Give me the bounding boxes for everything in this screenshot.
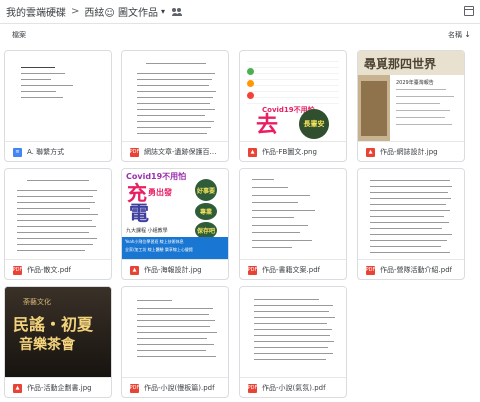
- file-name: 作品-網誌設計.jpg: [380, 148, 438, 156]
- file-card[interactable]: PDF 網誌文章-遺跡保護百年.pdf: [121, 50, 229, 162]
- sort-name-button[interactable]: 名稱: [448, 30, 462, 40]
- pdf-icon: PDF: [129, 383, 140, 393]
- file-name: 作品-營隊活動介紹.pdf: [380, 266, 453, 274]
- event-big-2: 音樂茶會: [19, 337, 75, 353]
- file-thumbnail: [5, 51, 111, 142]
- file-card[interactable]: ≡ A. 聯繫方式: [4, 50, 112, 162]
- blog-banner: 尋覓那四世界: [364, 57, 437, 71]
- file-card[interactable]: PDF 作品-書籍文案.pdf: [239, 168, 347, 280]
- poster-line-1: 九大課程 小組教學: [126, 228, 168, 234]
- file-name-row: ▲ 作品-活動企劃書.jpg: [5, 378, 111, 397]
- fb-big-glyph: 去: [256, 113, 279, 138]
- poster-big-2: 電: [129, 201, 149, 225]
- file-card[interactable]: 荼藝文化 民謠・初夏 音樂茶會 ▲ 作品-活動企劃書.jpg: [4, 286, 112, 398]
- file-card[interactable]: PDF 作品-小說(慢板篇).pdf: [121, 286, 229, 398]
- file-name: 作品-書籍文案.pdf: [262, 266, 321, 274]
- file-name: 作品-FB圖文.png: [262, 148, 317, 156]
- file-thumbnail: [240, 169, 346, 260]
- image-icon: ▲: [130, 265, 139, 275]
- files-section-label: 檔案: [12, 31, 26, 39]
- file-thumbnail: [240, 287, 346, 378]
- file-name-row: PDF 作品-營隊活動介紹.pdf: [358, 260, 464, 279]
- file-name: 作品-小說(慢板篇).pdf: [144, 384, 215, 392]
- fb-badge: 長輩安: [299, 109, 329, 139]
- file-card[interactable]: 尋覓那四世界 2029年臺灣報告 ▲ 作品-網誌設計.jpg: [357, 50, 465, 162]
- file-name-row: PDF 作品-書籍文案.pdf: [240, 260, 346, 279]
- file-thumbnail: 荼藝文化 民謠・初夏 音樂茶會: [5, 287, 111, 378]
- shared-people-icon: [172, 7, 183, 16]
- file-card[interactable]: PDF 作品-營隊活動介紹.pdf: [357, 168, 465, 280]
- image-icon: ▲: [13, 383, 22, 393]
- file-card[interactable]: PDF 作品-小說(氣氛).pdf: [239, 286, 347, 398]
- poster-badge-2: 專業: [195, 203, 217, 220]
- google-doc-icon: ≡: [13, 147, 22, 157]
- poster-sub: 勇出發: [148, 188, 172, 197]
- top-bar: 我的雲端硬碟 > 西絃☺ 圖文作品 ▾: [0, 0, 480, 24]
- file-name: 作品-散文.pdf: [27, 266, 72, 274]
- file-name-row: PDF 網誌文章-遺跡保護百年.pdf: [122, 142, 228, 161]
- breadcrumb-folder[interactable]: 西絃☺ 圖文作品: [84, 4, 158, 19]
- file-name: 作品-活動企劃書.jpg: [27, 384, 92, 392]
- file-name: 作品-小說(氣氛).pdf: [262, 384, 326, 392]
- poster-line-3: 全家/加工坊 線上體驗 樂享線上心聲館: [125, 247, 193, 252]
- file-thumbnail: Covid19不用怕 去 長輩安: [240, 51, 346, 142]
- breadcrumb: 我的雲端硬碟 > 西絃☺ 圖文作品 ▾: [0, 0, 183, 24]
- file-name-row: PDF 作品-小說(氣氛).pdf: [240, 378, 346, 397]
- pdf-icon: PDF: [247, 265, 258, 275]
- file-name-row: ▲ 作品-海報設計.jpg: [122, 260, 228, 279]
- breadcrumb-separator: >: [71, 6, 80, 17]
- file-card[interactable]: PDF 作品-散文.pdf: [4, 168, 112, 280]
- view-details-icon[interactable]: [464, 6, 474, 16]
- file-name-row: PDF 作品-小說(慢板篇).pdf: [122, 378, 228, 397]
- poster-line-2: Yeah小飛位學習班 線上技術休息: [125, 239, 184, 244]
- file-thumbnail: [5, 169, 111, 260]
- file-thumbnail: Covid19不用怕 充 電 勇出發 好事要 專業 保存吧 九大課程 小組教學 …: [122, 169, 228, 260]
- pdf-icon: PDF: [12, 265, 23, 275]
- file-grid: ≡ A. 聯繫方式 PDF 網誌文章-遺跡保護百年.pdf Covid19不用怕…: [0, 46, 480, 402]
- file-name: 作品-海報設計.jpg: [144, 266, 202, 274]
- event-title: 荼藝文化: [23, 298, 51, 306]
- pdf-icon: PDF: [365, 265, 376, 275]
- file-thumbnail: [122, 287, 228, 378]
- image-icon: ▲: [248, 147, 257, 157]
- files-header: 檔案 名稱 ↓: [0, 24, 480, 46]
- file-thumbnail: [122, 51, 228, 142]
- event-big-1: 民謠・初夏: [13, 315, 94, 334]
- poster-badge-1: 好事要: [195, 179, 217, 201]
- chevron-down-icon[interactable]: ▾: [161, 7, 165, 16]
- breadcrumb-root[interactable]: 我的雲端硬碟: [6, 4, 66, 19]
- file-name-row: ▲ 作品-網誌設計.jpg: [358, 142, 464, 161]
- file-name: A. 聯繫方式: [27, 148, 65, 156]
- file-thumbnail: 尋覓那四世界 2029年臺灣報告: [358, 51, 464, 142]
- file-name-row: ▲ 作品-FB圖文.png: [240, 142, 346, 161]
- file-card[interactable]: Covid19不用怕 充 電 勇出發 好事要 專業 保存吧 九大課程 小組教學 …: [121, 168, 229, 280]
- pdf-icon: PDF: [129, 147, 140, 157]
- pdf-icon: PDF: [247, 383, 258, 393]
- poster-big-1: 充: [127, 181, 147, 205]
- file-name-row: PDF 作品-散文.pdf: [5, 260, 111, 279]
- file-name: 網誌文章-遺跡保護百年.pdf: [144, 148, 222, 156]
- file-thumbnail: [358, 169, 464, 260]
- image-icon: ▲: [366, 147, 375, 157]
- file-name-row: ≡ A. 聯繫方式: [5, 142, 111, 161]
- blog-year: 2029年臺灣報告: [396, 80, 434, 86]
- file-card[interactable]: Covid19不用怕 去 長輩安 ▲ 作品-FB圖文.png: [239, 50, 347, 162]
- sort-direction-icon[interactable]: ↓: [464, 30, 471, 39]
